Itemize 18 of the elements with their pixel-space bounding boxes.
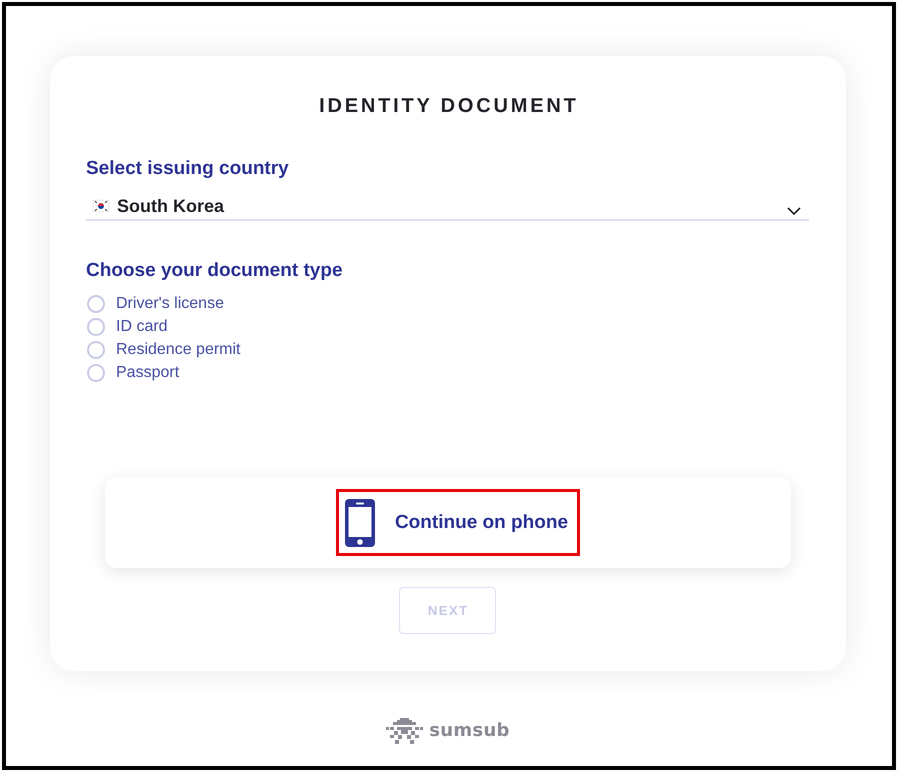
option-label[interactable]: ID card: [116, 316, 168, 336]
page-title: IDENTITY DOCUMENT: [318, 95, 579, 117]
option-label[interactable]: Residence permit: [116, 340, 240, 360]
country-label: Select issuing country: [86, 158, 289, 180]
smartphone-icon: [344, 498, 375, 546]
document-type-label: Choose your document type: [86, 260, 343, 282]
radio-button[interactable]: [87, 340, 105, 358]
country-select[interactable]: South Korea: [86, 193, 809, 221]
option-label[interactable]: Passport: [116, 362, 180, 382]
radio-button[interactable]: [87, 318, 105, 336]
brand-name: sumsub: [429, 720, 510, 742]
chevron-down-icon: [787, 207, 801, 215]
option-label[interactable]: Driver's license: [116, 294, 224, 314]
pixel-figure-icon: [386, 718, 424, 744]
radio-button[interactable]: [87, 364, 105, 382]
flag-icon: [93, 200, 109, 212]
continue-on-phone-link[interactable]: Continue on phone: [336, 489, 580, 556]
radio-button[interactable]: [87, 294, 105, 312]
